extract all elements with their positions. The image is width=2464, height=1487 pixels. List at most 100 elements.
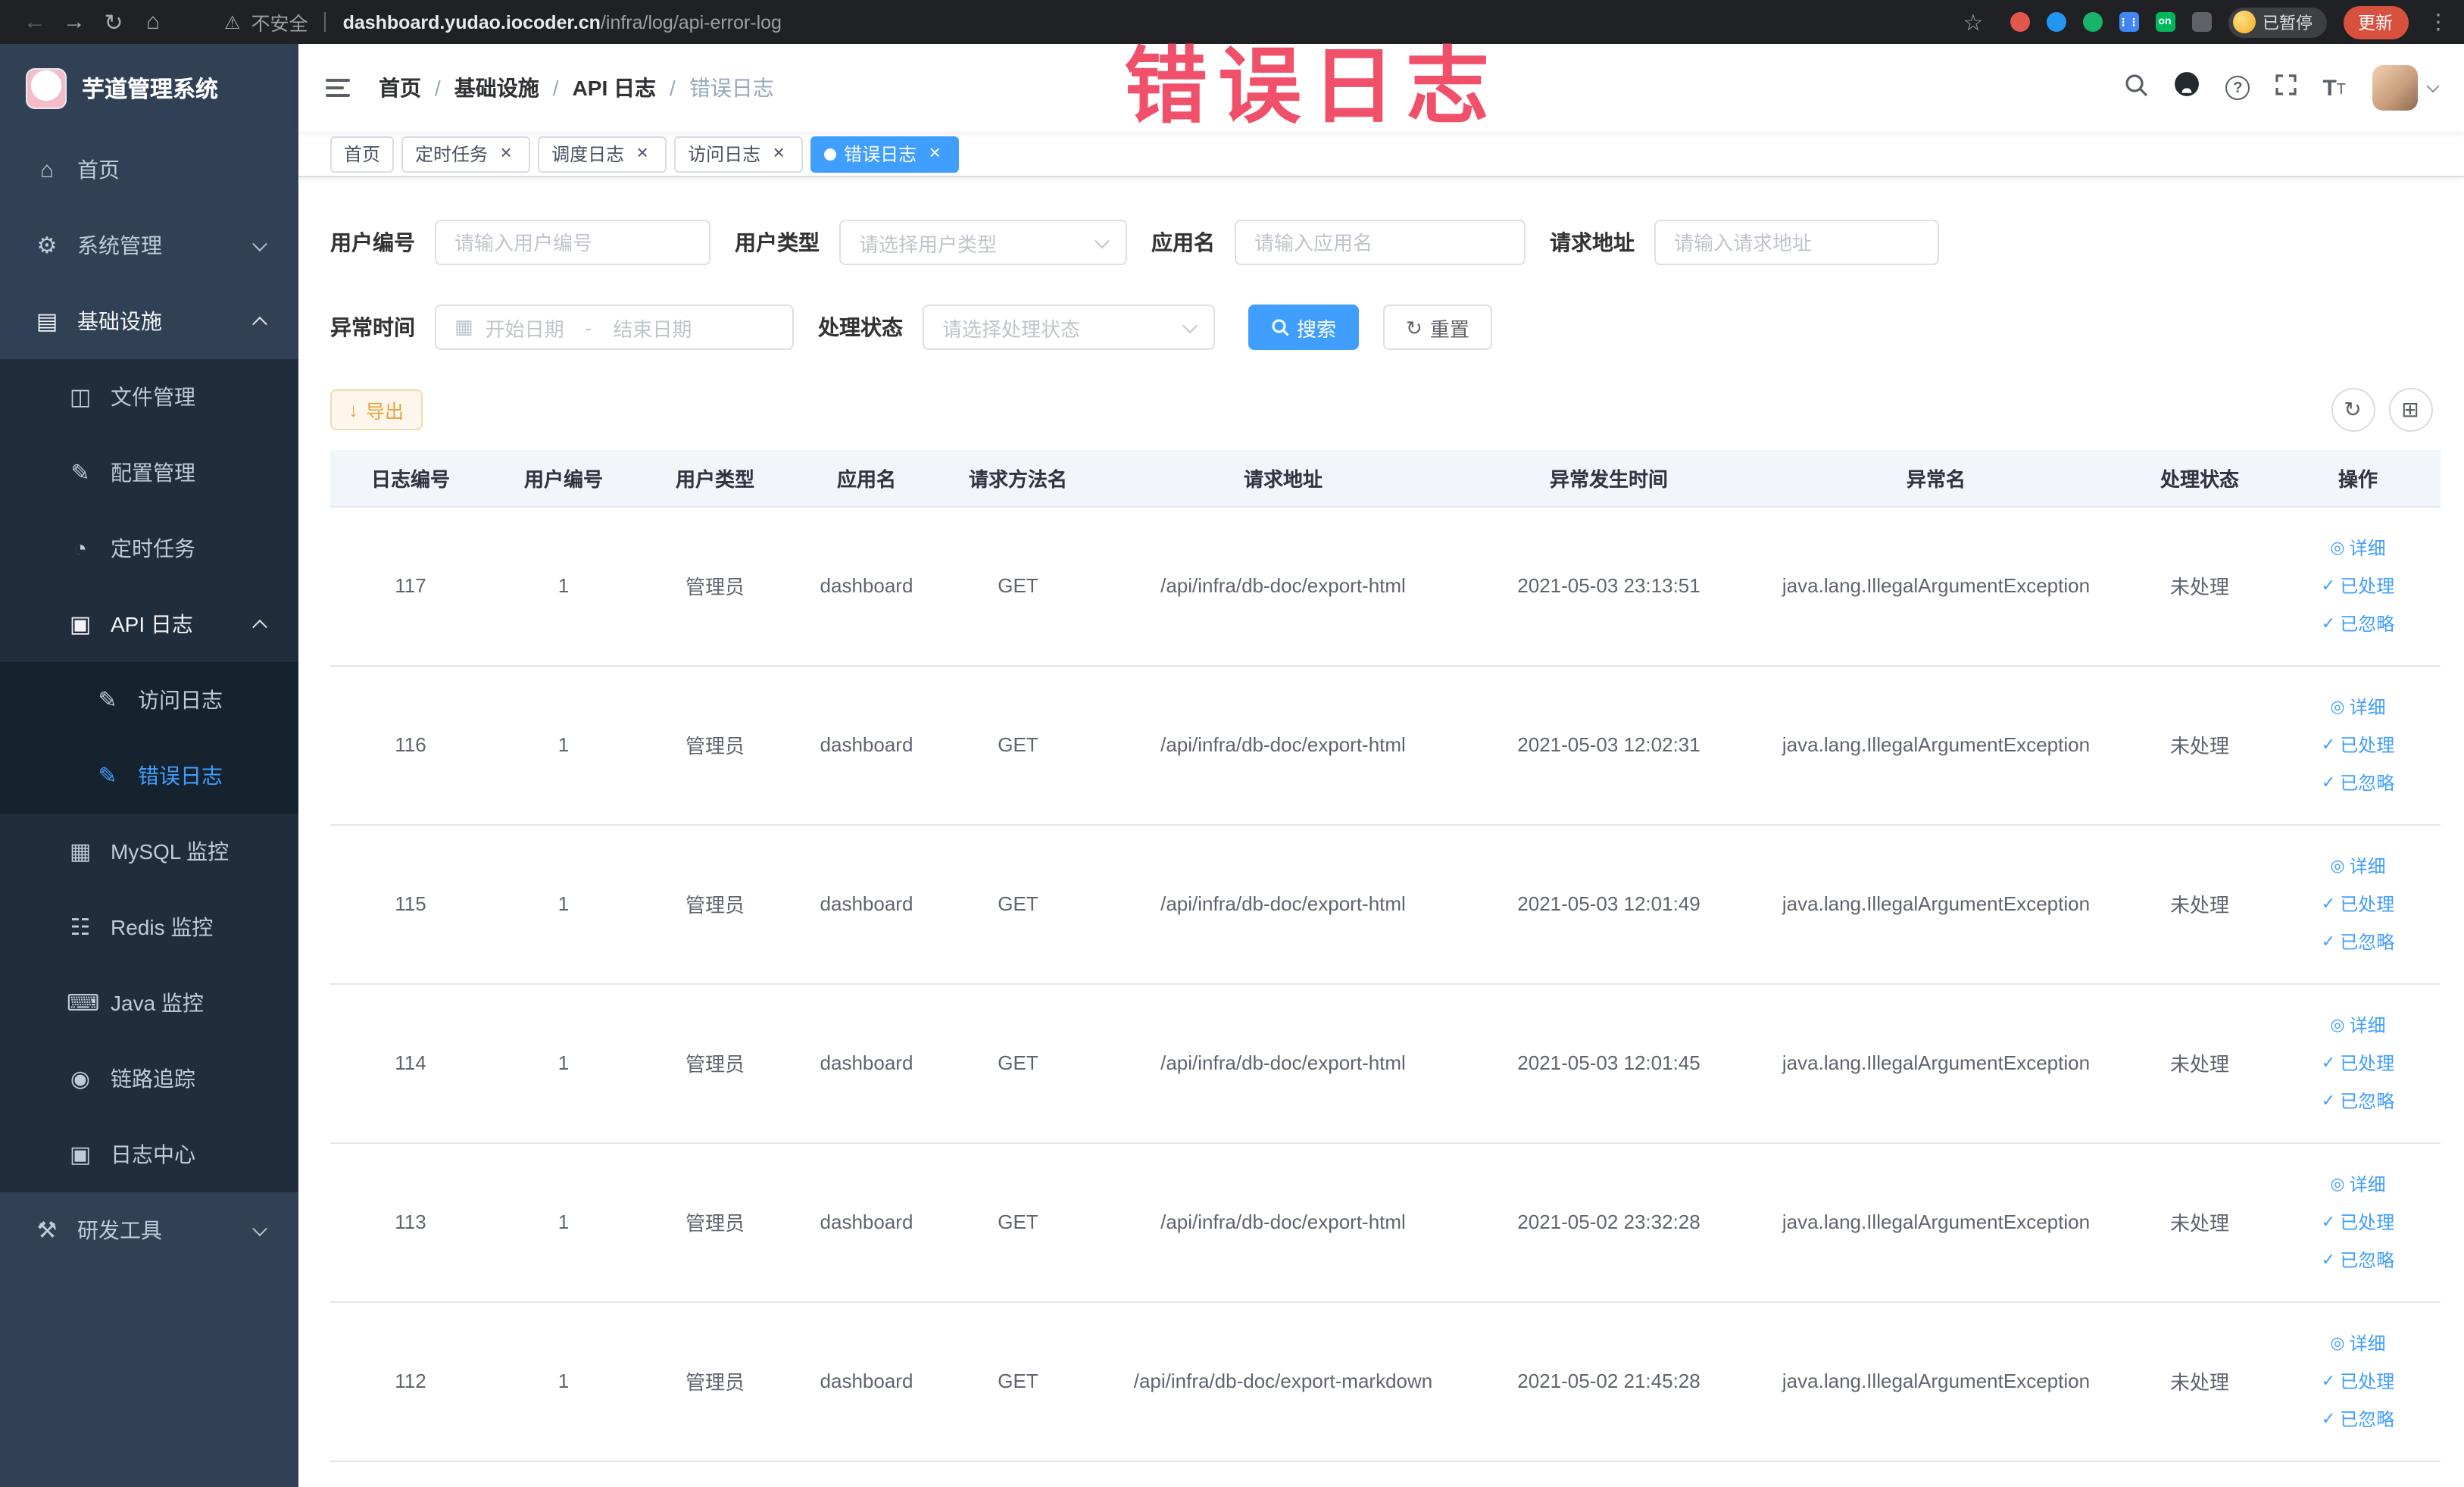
cell-user_id: 1 (491, 983, 636, 1143)
action-已忽略[interactable]: ✓ 已忽略 (2322, 611, 2394, 636)
action-已忽略[interactable]: ✓ 已忽略 (2322, 1088, 2394, 1114)
fullscreen-icon[interactable] (2275, 73, 2297, 102)
hamburger-icon[interactable] (323, 73, 353, 103)
mysql-icon: ▦ (69, 839, 92, 865)
extension-icon[interactable] (2046, 12, 2066, 32)
action-已处理[interactable]: ✓ 已处理 (2322, 1368, 2394, 1394)
action-已忽略[interactable]: ✓ 已忽略 (2322, 770, 2394, 795)
cell-actions: ◎ 详细 ✓ 已处理 ✓ 已忽略 (2275, 824, 2441, 984)
extensions-puzzle-icon[interactable] (2191, 12, 2211, 32)
font-size-icon[interactable]: TT (2322, 77, 2346, 99)
app-name-input[interactable] (1235, 220, 1526, 265)
tab-首页[interactable]: 首页 (330, 136, 395, 172)
address-bar[interactable]: ⚠ 不安全 dashboard.yudao.iocoder.cn/infra/l… (224, 8, 1953, 36)
active-tab-dot (824, 148, 837, 160)
content: 用户编号 用户类型 请选择用户类型 应用名 (298, 177, 2464, 1487)
request-url-input[interactable] (1654, 220, 1939, 265)
tab-访问日志[interactable]: 访问日志 × (674, 136, 804, 172)
help-icon[interactable]: ? (2225, 76, 2250, 100)
sidebar-item-研发工具[interactable]: ⚒ 研发工具 (0, 1192, 298, 1268)
sidebar-item-文件管理[interactable]: ◫ 文件管理 (0, 359, 298, 435)
sidebar-item-系统管理[interactable]: ⚙ 系统管理 (0, 208, 298, 283)
app-logo[interactable]: 芋道管理系统 (0, 44, 298, 132)
search-icon[interactable] (2124, 72, 2148, 104)
sidebar-item-访问日志[interactable]: ✎ 访问日志 (0, 662, 298, 738)
extension-icon[interactable] (2082, 12, 2102, 32)
breadcrumb-item[interactable]: 首页 (379, 73, 421, 103)
breadcrumb-item[interactable]: 基础设施 (454, 73, 539, 103)
export-button[interactable]: ↓ 导出 (330, 389, 423, 430)
action-已处理[interactable]: ✓ 已处理 (2322, 891, 2394, 917)
browser-menu-icon[interactable]: ⋮ (2428, 9, 2449, 35)
app-logo-image (26, 67, 67, 108)
tab-定时任务[interactable]: 定时任务 × (401, 136, 531, 172)
action-已处理[interactable]: ✓ 已处理 (2322, 1209, 2394, 1235)
table-body: 117 1 管理员 dashboard GET/api/infra/db-doc/exp… (330, 506, 2441, 1461)
action-已忽略[interactable]: ✓ 已忽略 (2322, 1247, 2394, 1273)
extension-icon[interactable]: on (2155, 12, 2175, 32)
browser-update-button[interactable]: 更新 (2343, 5, 2408, 39)
sidebar-item-Redis 监控[interactable]: ☷ Redis 监控 (0, 889, 298, 965)
profile-chip[interactable]: 已暂停 (2228, 7, 2326, 37)
search-button[interactable]: 搜索 (1248, 305, 1360, 350)
sidebar-item-日志中心[interactable]: ▣ 日志中心 (0, 1117, 298, 1192)
forward-icon[interactable]: → (55, 9, 94, 35)
action-详细[interactable]: ◎ 详细 (2330, 1012, 2385, 1038)
home-icon[interactable]: ⌂ (133, 9, 173, 35)
action-已处理[interactable]: ✓ 已处理 (2322, 573, 2394, 598)
tab-调度日志[interactable]: 调度日志 × (538, 136, 667, 172)
breadcrumb-item[interactable]: API 日志 (573, 73, 656, 103)
back-icon[interactable]: ← (15, 9, 55, 35)
cell-user_id: 1 (491, 1301, 636, 1461)
cell-exception: java.lang.IllegalArgumentException (1748, 1142, 2124, 1302)
sidebar-item-label: 配置管理 (111, 461, 195, 485)
chevron-down-icon (1182, 318, 1198, 334)
user-menu[interactable] (2372, 65, 2439, 111)
action-详细[interactable]: ◎ 详细 (2330, 535, 2385, 561)
cell-app: dashboard (794, 506, 939, 666)
extension-icon[interactable] (2010, 12, 2029, 32)
action-已忽略[interactable]: ✓ 已忽略 (2322, 929, 2394, 954)
sidebar-item-错误日志[interactable]: ✎ 错误日志 (0, 738, 298, 814)
sidebar-item-定时任务[interactable]: ◔ 定时任务 (0, 511, 298, 586)
process-status-select[interactable]: 请选择处理状态 (923, 305, 1215, 350)
action-详细[interactable]: ◎ 详细 (2330, 694, 2385, 720)
sidebar-item-链路追踪[interactable]: ◉ 链路追踪 (0, 1041, 298, 1117)
breadcrumb-item: 错误日志 (689, 76, 774, 100)
check-icon: ✓ (2321, 1410, 2336, 1429)
user-type-select[interactable]: 请选择用户类型 (839, 220, 1127, 265)
action-已处理[interactable]: ✓ 已处理 (2322, 1050, 2394, 1076)
sidebar-item-MySQL 监控[interactable]: ▦ MySQL 监控 (0, 814, 298, 889)
view-icon: ◎ (2330, 1335, 2345, 1353)
tab-错误日志[interactable]: 错误日志 × (810, 136, 960, 172)
exception-time-range-picker[interactable]: ▦ 开始日期 - 结束日期 (435, 305, 794, 350)
sidebar-item-首页[interactable]: ⌂ 首页 (0, 132, 298, 208)
action-详细[interactable]: ◎ 详细 (2330, 1330, 2385, 1356)
github-icon[interactable] (2174, 71, 2200, 105)
column-settings-button[interactable]: ⊞ (2388, 388, 2432, 432)
sidebar-item-Java 监控[interactable]: ⌨ Java 监控 (0, 965, 298, 1041)
refresh-button[interactable]: ↻ (2331, 388, 2375, 432)
cell-user_type: 管理员 (636, 665, 794, 825)
close-icon[interactable]: × (768, 142, 789, 164)
sidebar-item-配置管理[interactable]: ✎ 配置管理 (0, 435, 298, 511)
sidebar-item-API 日志[interactable]: ▣ API 日志 (0, 586, 298, 662)
bookmark-star-icon[interactable]: ☆ (1953, 8, 1993, 36)
breadcrumb-separator: / (552, 76, 559, 100)
user-id-input[interactable] (435, 220, 710, 265)
filter-request-url: 请求地址 (1550, 220, 1939, 265)
close-icon[interactable]: × (924, 142, 945, 164)
action-已处理[interactable]: ✓ 已处理 (2322, 732, 2394, 758)
action-已忽略[interactable]: ✓ 已忽略 (2322, 1406, 2394, 1432)
action-详细[interactable]: ◎ 详细 (2330, 1171, 2385, 1197)
gear-icon: ⚙ (36, 233, 58, 259)
column-header: 用户编号 (491, 450, 636, 507)
action-详细[interactable]: ◎ 详细 (2330, 853, 2385, 879)
extension-icon[interactable]: ⋮⋮ (2118, 12, 2139, 32)
sidebar-item-基础设施[interactable]: ▤ 基础设施 (0, 283, 298, 359)
close-icon[interactable]: × (495, 142, 517, 164)
reset-button[interactable]: ↻ 重置 (1383, 305, 1492, 350)
chevron-up-icon (252, 315, 267, 331)
close-icon[interactable]: × (632, 142, 653, 164)
reload-icon[interactable]: ↻ (94, 8, 133, 36)
